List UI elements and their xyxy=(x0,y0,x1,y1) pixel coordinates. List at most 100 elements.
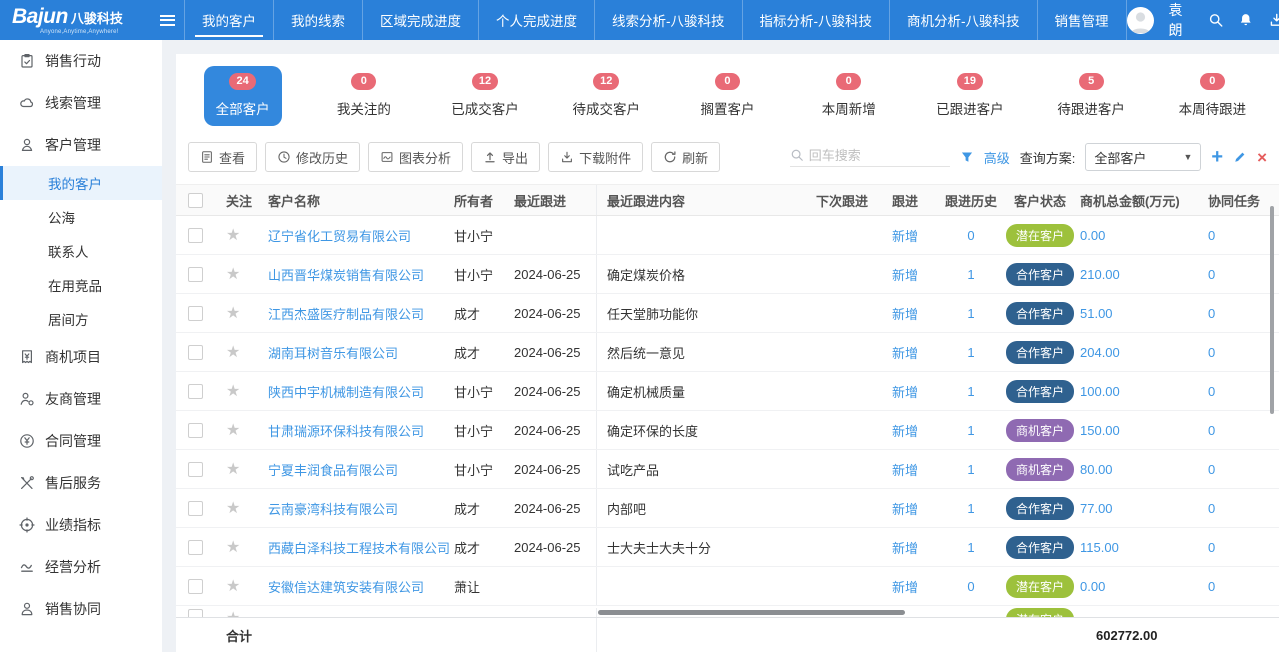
table-row[interactable]: ★ 江西杰盛医疗制品有限公司 成才 2024-06-25 任天堂肺功能你 新增 … xyxy=(176,294,1279,333)
tasks-link[interactable]: 0 xyxy=(1208,423,1215,438)
star-icon[interactable]: ★ xyxy=(226,500,240,517)
sidebar-subitem[interactable]: 我的客户 xyxy=(0,166,162,200)
add-follow-link[interactable]: 新增 xyxy=(892,541,918,556)
nav-tab[interactable]: 我的线索 xyxy=(273,0,362,40)
download-attachment-button[interactable]: 下载附件 xyxy=(548,142,643,172)
stat-tab[interactable]: 5 待跟进客户 xyxy=(1031,66,1152,126)
customer-name-link[interactable]: 山西晋华煤炭销售有限公司 xyxy=(268,268,424,283)
table-row[interactable]: ★ 辽宁省化工贸易有限公司 甘小宁 新增 0 潜在客户 0.00 0 xyxy=(176,216,1279,255)
nav-tab[interactable]: 我的客户 xyxy=(184,0,273,40)
star-icon[interactable]: ★ xyxy=(226,266,240,283)
amount-link[interactable]: 77.00 xyxy=(1080,501,1113,516)
add-follow-link[interactable]: 新增 xyxy=(892,580,918,595)
table-row[interactable]: ★ 陕西中宇机械制造有限公司 甘小宁 2024-06-25 确定机械质量 新增 … xyxy=(176,372,1279,411)
add-follow-link[interactable]: 新增 xyxy=(892,229,918,244)
sidebar-item-leads[interactable]: 线索管理 xyxy=(0,82,162,124)
customer-name-link[interactable]: 甘肃瑞源环保科技有限公司 xyxy=(268,424,424,439)
chart-analysis-button[interactable]: 图表分析 xyxy=(368,142,463,172)
follow-history-link[interactable]: 0 xyxy=(967,228,974,243)
amount-link[interactable]: 204.00 xyxy=(1080,345,1120,360)
row-checkbox[interactable] xyxy=(188,228,203,243)
export-button[interactable]: 导出 xyxy=(471,142,540,172)
customer-name-link[interactable]: 安徽信达建筑安装有限公司 xyxy=(268,580,424,595)
tasks-link[interactable]: 0 xyxy=(1208,306,1215,321)
advanced-link[interactable]: 高级 xyxy=(984,148,1010,167)
customer-name-link[interactable]: 西藏白泽科技工程技术有限公司 xyxy=(268,541,450,556)
nav-tab[interactable]: 线索分析-八骏科技 xyxy=(594,0,742,40)
row-checkbox[interactable] xyxy=(188,501,203,516)
amount-link[interactable]: 0.00 xyxy=(1080,228,1105,243)
user-avatar[interactable] xyxy=(1127,7,1154,34)
table-row[interactable]: ★ 云南豪湾科技有限公司 成才 2024-06-25 内部吧 新增 1 合作客户… xyxy=(176,489,1279,528)
follow-history-link[interactable]: 1 xyxy=(967,384,974,399)
menu-toggle-icon[interactable] xyxy=(150,0,184,40)
nav-tab[interactable]: 销售管理 xyxy=(1037,0,1127,40)
search-icon[interactable] xyxy=(1208,11,1223,29)
amount-link[interactable]: 100.00 xyxy=(1080,384,1120,399)
edit-pencil-icon[interactable] xyxy=(1233,150,1247,164)
star-icon[interactable]: ★ xyxy=(226,539,240,556)
customer-name-link[interactable]: 江西杰盛医疗制品有限公司 xyxy=(268,307,424,322)
amount-link[interactable]: 115.00 xyxy=(1080,540,1119,555)
star-icon[interactable]: ★ xyxy=(226,461,240,478)
follow-history-link[interactable]: 1 xyxy=(967,462,974,477)
sidebar-subitem[interactable]: 联系人 xyxy=(0,234,162,268)
user-name[interactable]: 袁朗 xyxy=(1169,0,1193,40)
sidebar-item-customers[interactable]: 客户管理 xyxy=(0,124,162,166)
star-icon[interactable]: ★ xyxy=(226,344,240,361)
stat-tab[interactable]: 24 全部客户 xyxy=(182,66,303,126)
tasks-link[interactable]: 0 xyxy=(1208,462,1215,477)
history-button[interactable]: 修改历史 xyxy=(265,142,360,172)
star-icon[interactable]: ★ xyxy=(226,383,240,400)
stat-tab[interactable]: 0 本周新增 xyxy=(788,66,909,126)
follow-history-link[interactable]: 1 xyxy=(967,501,974,516)
tasks-link[interactable]: 0 xyxy=(1208,228,1215,243)
row-checkbox[interactable] xyxy=(188,540,203,555)
sidebar-item-sales-action[interactable]: 销售行动 xyxy=(0,40,162,82)
sidebar-item-aftersales[interactable]: 售后服务 xyxy=(0,462,162,504)
stat-tab[interactable]: 19 已跟进客户 xyxy=(909,66,1030,126)
add-follow-link[interactable]: 新增 xyxy=(892,268,918,283)
table-row[interactable]: ★ 西藏白泽科技工程技术有限公司 成才 2024-06-25 士大夫士大夫十分 … xyxy=(176,528,1279,567)
sidebar-item-opportunities[interactable]: 商机项目 xyxy=(0,336,162,378)
row-checkbox[interactable] xyxy=(188,345,203,360)
sidebar-item-contracts[interactable]: 合同管理 xyxy=(0,420,162,462)
table-row[interactable]: ★ 甘肃瑞源环保科技有限公司 甘小宁 2024-06-25 确定环保的长度 新增… xyxy=(176,411,1279,450)
amount-link[interactable]: 80.00 xyxy=(1080,462,1113,477)
customer-name-link[interactable]: 宁夏丰润食品有限公司 xyxy=(268,463,398,478)
row-checkbox[interactable] xyxy=(188,306,203,321)
sidebar-item-partners[interactable]: 友商管理 xyxy=(0,378,162,420)
view-button[interactable]: 查看 xyxy=(188,142,257,172)
table-row[interactable]: ★ 宁夏丰润食品有限公司 甘小宁 2024-06-25 试吃产品 新增 1 商机… xyxy=(176,450,1279,489)
nav-tab[interactable]: 商机分析-八骏科技 xyxy=(889,0,1037,40)
customer-name-link[interactable]: 陕西中宇机械制造有限公司 xyxy=(268,385,424,400)
search-input[interactable] xyxy=(809,148,934,163)
table-row[interactable]: ★ 山西晋华煤炭销售有限公司 甘小宁 2024-06-25 确定煤炭价格 新增 … xyxy=(176,255,1279,294)
filter-funnel-icon[interactable] xyxy=(960,150,974,164)
add-scheme-icon[interactable]: + xyxy=(1211,147,1223,167)
sidebar-subitem[interactable]: 在用竞品 xyxy=(0,268,162,302)
scheme-select[interactable]: 全部客户 ▼ xyxy=(1085,143,1201,171)
vertical-scrollbar[interactable] xyxy=(1270,206,1274,414)
add-follow-link[interactable]: 新增 xyxy=(892,307,918,322)
stat-tab[interactable]: 12 已成交客户 xyxy=(424,66,545,126)
row-checkbox[interactable] xyxy=(188,423,203,438)
sidebar-subitem[interactable]: 公海 xyxy=(0,200,162,234)
sidebar-item-kpi[interactable]: 业绩指标 xyxy=(0,504,162,546)
star-icon[interactable]: ★ xyxy=(226,227,240,244)
follow-history-link[interactable]: 1 xyxy=(967,345,974,360)
refresh-button[interactable]: 刷新 xyxy=(651,142,720,172)
customer-name-link[interactable]: 湖南耳树音乐有限公司 xyxy=(268,346,398,361)
stat-tab[interactable]: 0 本周待跟进 xyxy=(1152,66,1273,126)
follow-history-link[interactable]: 1 xyxy=(967,306,974,321)
follow-history-link[interactable]: 1 xyxy=(967,540,974,555)
stat-tab[interactable]: 0 搁置客户 xyxy=(667,66,788,126)
add-follow-link[interactable]: 新增 xyxy=(892,502,918,517)
download-icon[interactable] xyxy=(1269,11,1279,29)
tasks-link[interactable]: 0 xyxy=(1208,501,1215,516)
customer-name-link[interactable]: 辽宁省化工贸易有限公司 xyxy=(268,229,411,244)
delete-scheme-icon[interactable]: × xyxy=(1257,149,1267,166)
amount-link[interactable]: 51.00 xyxy=(1080,306,1113,321)
add-follow-link[interactable]: 新增 xyxy=(892,424,918,439)
nav-tab[interactable]: 指标分析-八骏科技 xyxy=(742,0,890,40)
